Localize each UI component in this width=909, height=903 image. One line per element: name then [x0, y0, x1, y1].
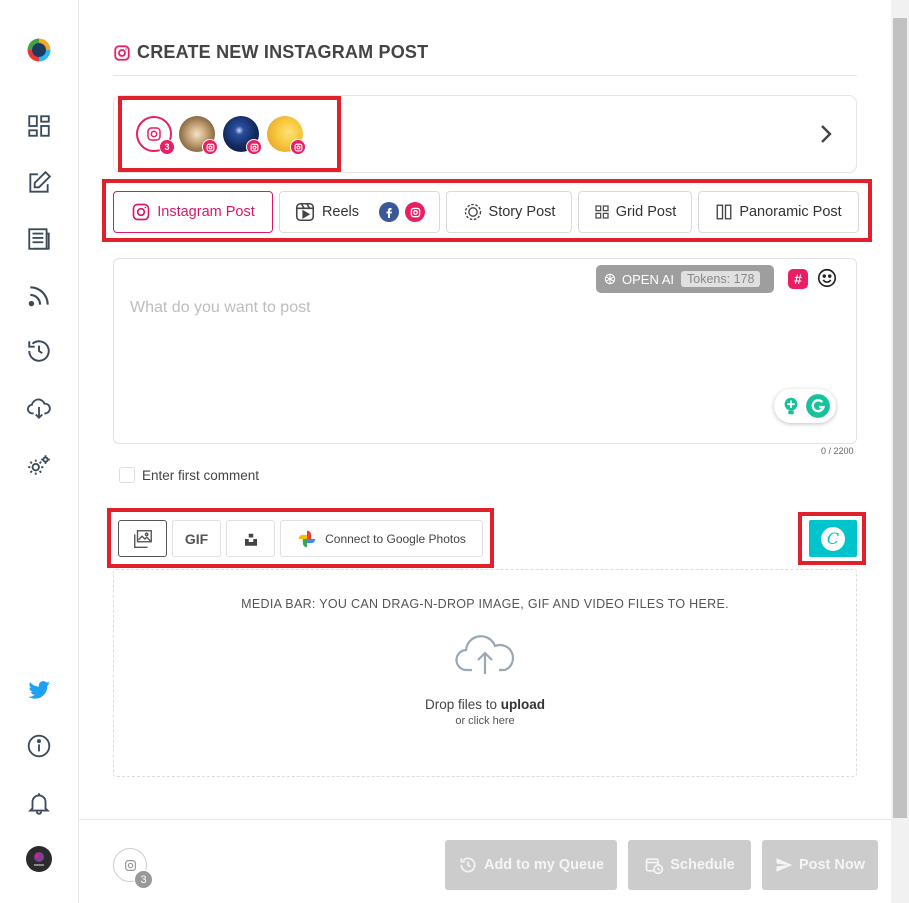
- rss-feed-icon[interactable]: [24, 281, 54, 311]
- calendar-clock-icon: [645, 858, 664, 875]
- post-now-button[interactable]: Post Now: [762, 840, 878, 890]
- first-comment-label: Enter first comment: [142, 467, 260, 483]
- post-text-placeholder: What do you want to post: [130, 299, 311, 316]
- app-logo[interactable]: [22, 33, 56, 67]
- settings-gears-icon[interactable]: [24, 450, 54, 480]
- post-text-editor[interactable]: What do you want to post OPEN AI Tokens:…: [113, 258, 857, 444]
- dropzone-main-prefix: Drop files to: [424, 697, 501, 712]
- post-now-label: Post Now: [798, 857, 866, 873]
- first-comment-checkbox[interactable]: [119, 467, 135, 483]
- instagram-icon: [124, 859, 136, 871]
- unsplash-button[interactable]: [226, 520, 275, 557]
- hashtag-button[interactable]: #: [788, 269, 808, 289]
- lightbulb-icon: [784, 397, 797, 415]
- image-upload-button[interactable]: [118, 520, 167, 557]
- posts-list-icon[interactable]: [24, 224, 54, 254]
- openai-label: OPEN AI: [622, 271, 675, 287]
- dropzone-main-bold: upload: [500, 697, 546, 712]
- queue-clock-icon: [460, 857, 476, 873]
- title-divider: [113, 75, 857, 76]
- page-title-text: CREATE NEW INSTAGRAM POST: [137, 42, 429, 62]
- send-icon: [776, 858, 793, 872]
- grid-icon: [595, 205, 609, 219]
- story-icon: [464, 203, 481, 221]
- tab-story-post[interactable]: Story Post: [446, 191, 572, 233]
- tab-panoramic-post[interactable]: Panoramic Post: [698, 191, 859, 233]
- dropzone-title: MEDIA BAR: YOU CAN DRAG-N-DROP IMAGE, GI…: [241, 597, 729, 611]
- canva-icon: C: [821, 526, 845, 551]
- cloud-upload-icon: [455, 635, 515, 674]
- emoji-icon[interactable]: [816, 267, 838, 289]
- info-icon[interactable]: [24, 731, 54, 761]
- add-to-queue-label: Add to my Queue: [483, 857, 605, 873]
- openai-icon: [604, 273, 616, 285]
- page-title: CREATE NEW INSTAGRAM POST: [113, 42, 428, 63]
- character-counter: 0 / 2200: [821, 446, 854, 456]
- schedule-history-icon[interactable]: [24, 336, 54, 366]
- add-to-queue-button[interactable]: Add to my Queue: [445, 840, 617, 890]
- user-avatar[interactable]: [24, 844, 54, 874]
- google-photos-icon: [298, 530, 316, 547]
- media-dropzone[interactable]: MEDIA BAR: YOU CAN DRAG-N-DROP IMAGE, GI…: [113, 569, 857, 777]
- instagram-icon: [132, 203, 150, 221]
- tab-reels[interactable]: Reels: [279, 191, 440, 233]
- instagram-icon: [405, 202, 426, 222]
- dropzone-main-text: Drop files to upload: [114, 697, 856, 712]
- dropzone-sub-text: or click here: [455, 715, 515, 727]
- first-comment-toggle[interactable]: Enter first comment: [119, 467, 259, 483]
- create-post-panel: CREATE NEW INSTAGRAM POST 3 Instagram Po…: [79, 0, 891, 903]
- tab-label: Panoramic Post: [739, 204, 842, 220]
- tab-label: Reels: [321, 204, 360, 220]
- tab-label: Grid Post: [615, 204, 677, 220]
- google-photos-label: Connect to Google Photos: [325, 531, 466, 546]
- cloud-download-icon[interactable]: [24, 393, 54, 423]
- page-scrollbar[interactable]: [891, 0, 909, 903]
- tokens-count: Tokens: 178: [681, 271, 761, 287]
- tab-label: Instagram Post: [157, 204, 255, 220]
- instagram-icon: [114, 44, 130, 61]
- schedule-label: Schedule: [670, 857, 735, 873]
- schedule-button[interactable]: Schedule: [628, 840, 751, 890]
- compose-icon[interactable]: [24, 168, 54, 198]
- gif-label: GIF: [184, 530, 209, 547]
- canva-button[interactable]: C: [809, 520, 857, 557]
- panoramic-icon: [716, 204, 732, 220]
- accounts-highlight-frame: [118, 96, 341, 172]
- openai-button[interactable]: OPEN AI Tokens: 178: [596, 265, 774, 293]
- unsplash-icon: [244, 533, 257, 546]
- google-photos-button[interactable]: Connect to Google Photos: [280, 520, 483, 557]
- action-footer: 3 Add to my Queue Schedule Post Now: [79, 819, 891, 903]
- dashboard-icon[interactable]: [24, 111, 54, 141]
- grammarly-icon: [805, 394, 830, 418]
- images-icon: [133, 529, 152, 548]
- tab-grid-post[interactable]: Grid Post: [578, 191, 692, 233]
- sidebar: [0, 0, 79, 903]
- grammarly-widget[interactable]: [774, 389, 836, 423]
- twitter-icon[interactable]: [24, 675, 54, 705]
- tab-label: Story Post: [488, 204, 556, 220]
- tab-instagram-post[interactable]: Instagram Post: [113, 191, 273, 233]
- account-count-badge: 3: [134, 870, 153, 889]
- scrollbar-thumb[interactable]: [893, 18, 907, 818]
- notifications-bell-icon[interactable]: [24, 788, 54, 818]
- gif-button[interactable]: GIF: [172, 520, 221, 557]
- chevron-right-icon[interactable]: [816, 122, 836, 146]
- facebook-icon: [379, 202, 400, 222]
- reels-icon: [295, 202, 314, 222]
